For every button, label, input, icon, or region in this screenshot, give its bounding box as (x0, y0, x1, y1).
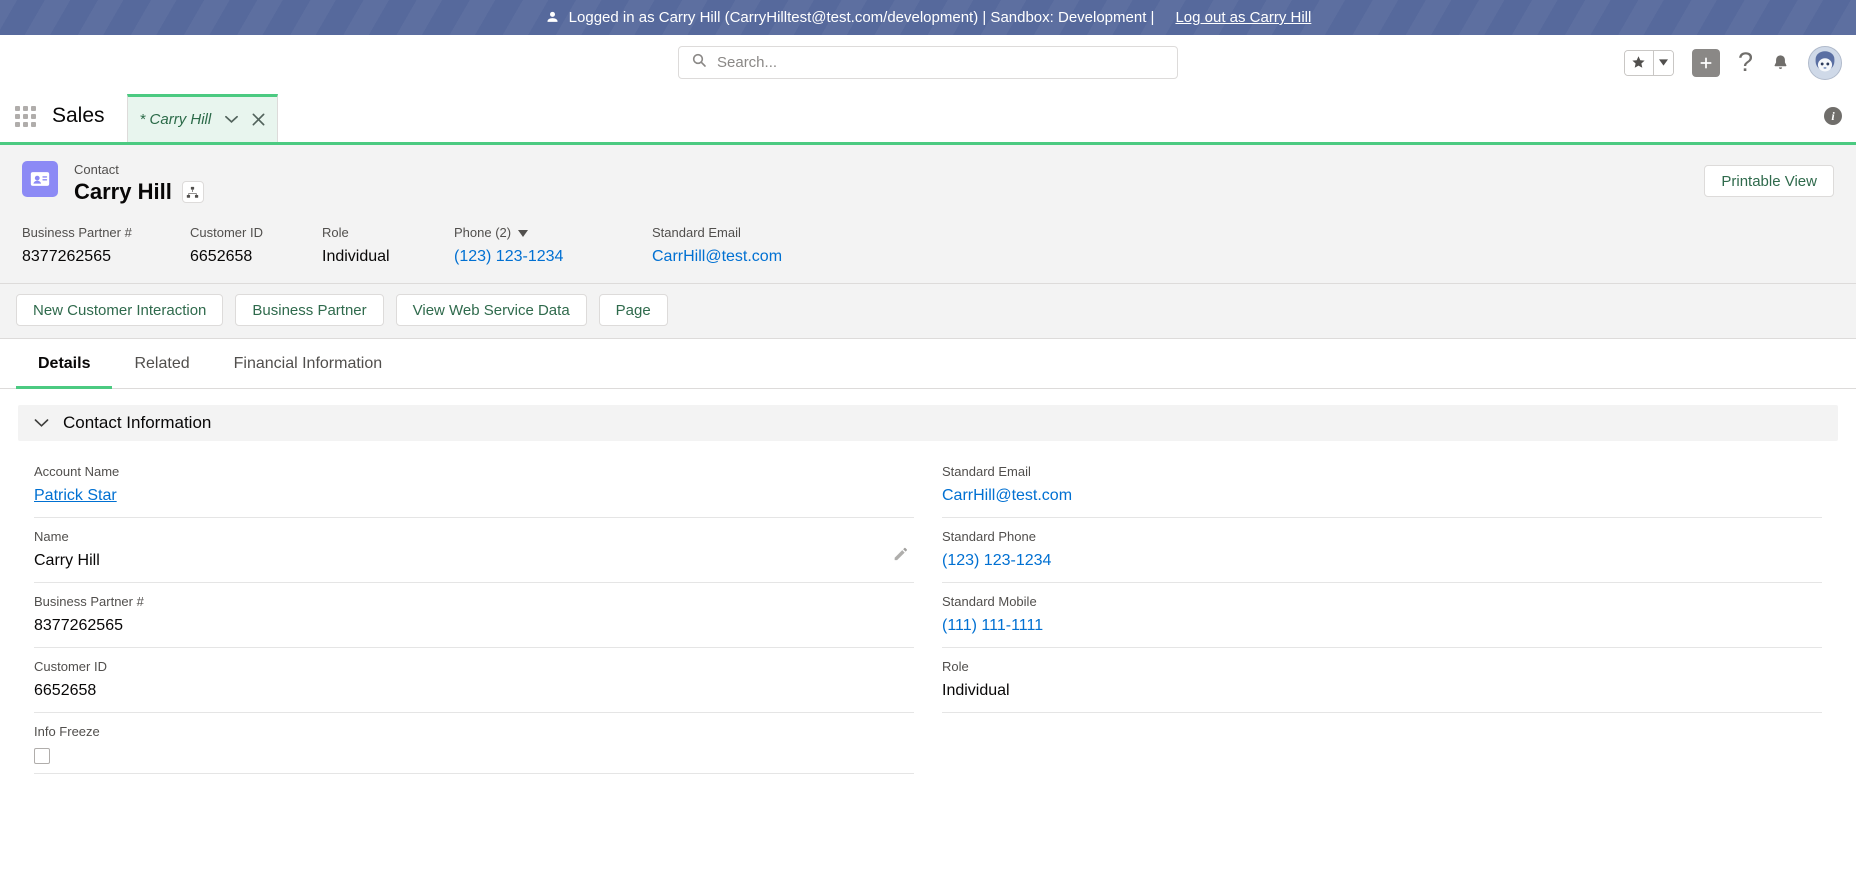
field-empty-right (942, 713, 1822, 774)
field-standard-mobile: Standard Mobile (111) 111-1111 (942, 583, 1822, 648)
field-value-standard-mobile-link[interactable]: (111) 111-1111 (942, 613, 1822, 638)
contact-card-icon (22, 161, 58, 197)
field-label: Account Name (34, 464, 120, 479)
chevron-down-icon[interactable] (225, 115, 239, 124)
global-search[interactable] (678, 46, 1178, 79)
highlight-label: Business Partner # (22, 225, 132, 240)
chevron-down-icon[interactable] (34, 418, 49, 428)
field-info-freeze: Info Freeze (34, 713, 914, 774)
record-detail-tabs: Details Related Financial Information (0, 339, 1856, 389)
avatar[interactable] (1808, 45, 1842, 80)
field-label: Name (34, 529, 69, 544)
section-header-contact-information[interactable]: Contact Information (18, 405, 1838, 441)
highlight-label: Role (322, 225, 349, 240)
field-label: Standard Phone (942, 529, 1036, 544)
new-customer-interaction-button[interactable]: New Customer Interaction (16, 294, 224, 326)
person-icon (545, 10, 560, 25)
field-standard-phone: Standard Phone (123) 123-1234 (942, 518, 1822, 583)
favorites-group[interactable] (1623, 49, 1674, 76)
highlight-value-email-link[interactable]: CarrHill@test.com (652, 245, 912, 269)
printable-view-button[interactable]: Printable View (1704, 165, 1834, 197)
global-header: ? (0, 35, 1856, 90)
field-label: Business Partner # (34, 594, 144, 609)
app-launcher-waffle-icon[interactable] (12, 103, 38, 129)
highlight-field-business-partner: Business Partner # 8377262565 (22, 224, 190, 269)
sandbox-banner: Logged in as Carry Hill (CarryHilltest@t… (0, 0, 1856, 35)
tab-details[interactable]: Details (16, 339, 113, 389)
field-value-customer-id: 6652658 (34, 682, 97, 699)
field-label: Role (942, 659, 969, 674)
record-type-label: Contact (74, 162, 119, 177)
field-customer-id: Customer ID 6652658 (34, 648, 914, 713)
highlight-label-text: Phone (2) (454, 225, 512, 240)
field-value-name: Carry Hill (34, 552, 100, 569)
field-value-standard-phone-link[interactable]: (123) 123-1234 (942, 548, 1822, 573)
highlight-value-phone-link[interactable]: (123) 123-1234 (454, 245, 652, 269)
section-title: Contact Information (63, 413, 212, 432)
search-icon (691, 52, 707, 73)
field-label: Customer ID (34, 659, 107, 674)
log-out-as-link[interactable]: Log out as Carry Hill (1175, 9, 1311, 26)
highlight-value: 6652658 (190, 248, 253, 265)
info-freeze-checkbox[interactable] (34, 748, 50, 764)
record-highlights-panel: Contact Carry Hill Printable View Busine… (0, 145, 1856, 284)
caret-down-icon[interactable] (1652, 50, 1673, 75)
question-mark-icon[interactable]: ? (1738, 47, 1753, 78)
pencil-icon[interactable] (893, 546, 908, 566)
highlight-label: Phone (2) (454, 224, 652, 242)
work-tab-label: * Carry Hill (139, 111, 212, 128)
page-title: Carry Hill (74, 179, 172, 204)
work-tab-carry-hill[interactable]: * Carry Hill (126, 94, 279, 142)
sandbox-message: Logged in as Carry Hill (CarryHilltest@t… (568, 9, 1155, 26)
record-action-buttons: New Customer Interaction Business Partne… (0, 284, 1856, 339)
contact-information-fields: Account Name Patrick Star Standard Email… (18, 441, 1838, 774)
field-label: Standard Mobile (942, 594, 1037, 609)
page-button[interactable]: Page (598, 294, 668, 326)
bell-icon[interactable] (1771, 52, 1790, 73)
field-business-partner-number: Business Partner # 8377262565 (34, 583, 914, 648)
app-name[interactable]: Sales (52, 104, 105, 128)
tab-financial-information[interactable]: Financial Information (212, 339, 405, 389)
highlight-label: Customer ID (190, 225, 263, 240)
highlight-value: 8377262565 (22, 248, 111, 265)
field-value-business-partner-number: 8377262565 (34, 617, 123, 634)
search-input[interactable] (717, 54, 1165, 71)
field-label: Info Freeze (34, 724, 100, 739)
field-value-standard-email-link[interactable]: CarrHill@test.com (942, 483, 1822, 508)
highlight-field-role: Role Individual (322, 224, 454, 269)
search-box[interactable] (678, 46, 1178, 79)
field-value-role: Individual (942, 682, 1010, 699)
highlight-fields: Business Partner # 8377262565 Customer I… (0, 206, 1856, 283)
field-standard-email: Standard Email CarrHill@test.com (942, 453, 1822, 518)
star-icon[interactable] (1624, 50, 1653, 75)
close-icon[interactable] (252, 113, 265, 126)
highlight-label: Standard Email (652, 225, 741, 240)
contact-information-section: Contact Information Account Name Patrick… (0, 389, 1856, 774)
business-partner-button[interactable]: Business Partner (235, 294, 384, 326)
highlight-field-standard-email: Standard Email CarrHill@test.com (652, 224, 912, 269)
app-nav-bar: Sales * Carry Hill i (0, 90, 1856, 145)
header-action-icons: ? (1623, 45, 1842, 80)
highlight-field-phone: Phone (2) (123) 123-1234 (454, 224, 652, 269)
highlight-value: Individual (322, 248, 390, 265)
plus-icon[interactable] (1691, 48, 1720, 77)
field-name: Name Carry Hill (34, 518, 914, 583)
field-account-name: Account Name Patrick Star (34, 453, 914, 518)
tab-related[interactable]: Related (112, 339, 211, 389)
field-role: Role Individual (942, 648, 1822, 713)
view-web-service-data-button[interactable]: View Web Service Data (395, 294, 587, 326)
info-circle-icon[interactable]: i (1824, 107, 1842, 125)
caret-down-icon[interactable] (518, 229, 529, 237)
highlight-field-customer-id: Customer ID 6652658 (190, 224, 322, 269)
field-label: Standard Email (942, 464, 1031, 479)
hierarchy-icon[interactable] (181, 181, 204, 203)
field-value-account-name-link[interactable]: Patrick Star (34, 483, 914, 508)
